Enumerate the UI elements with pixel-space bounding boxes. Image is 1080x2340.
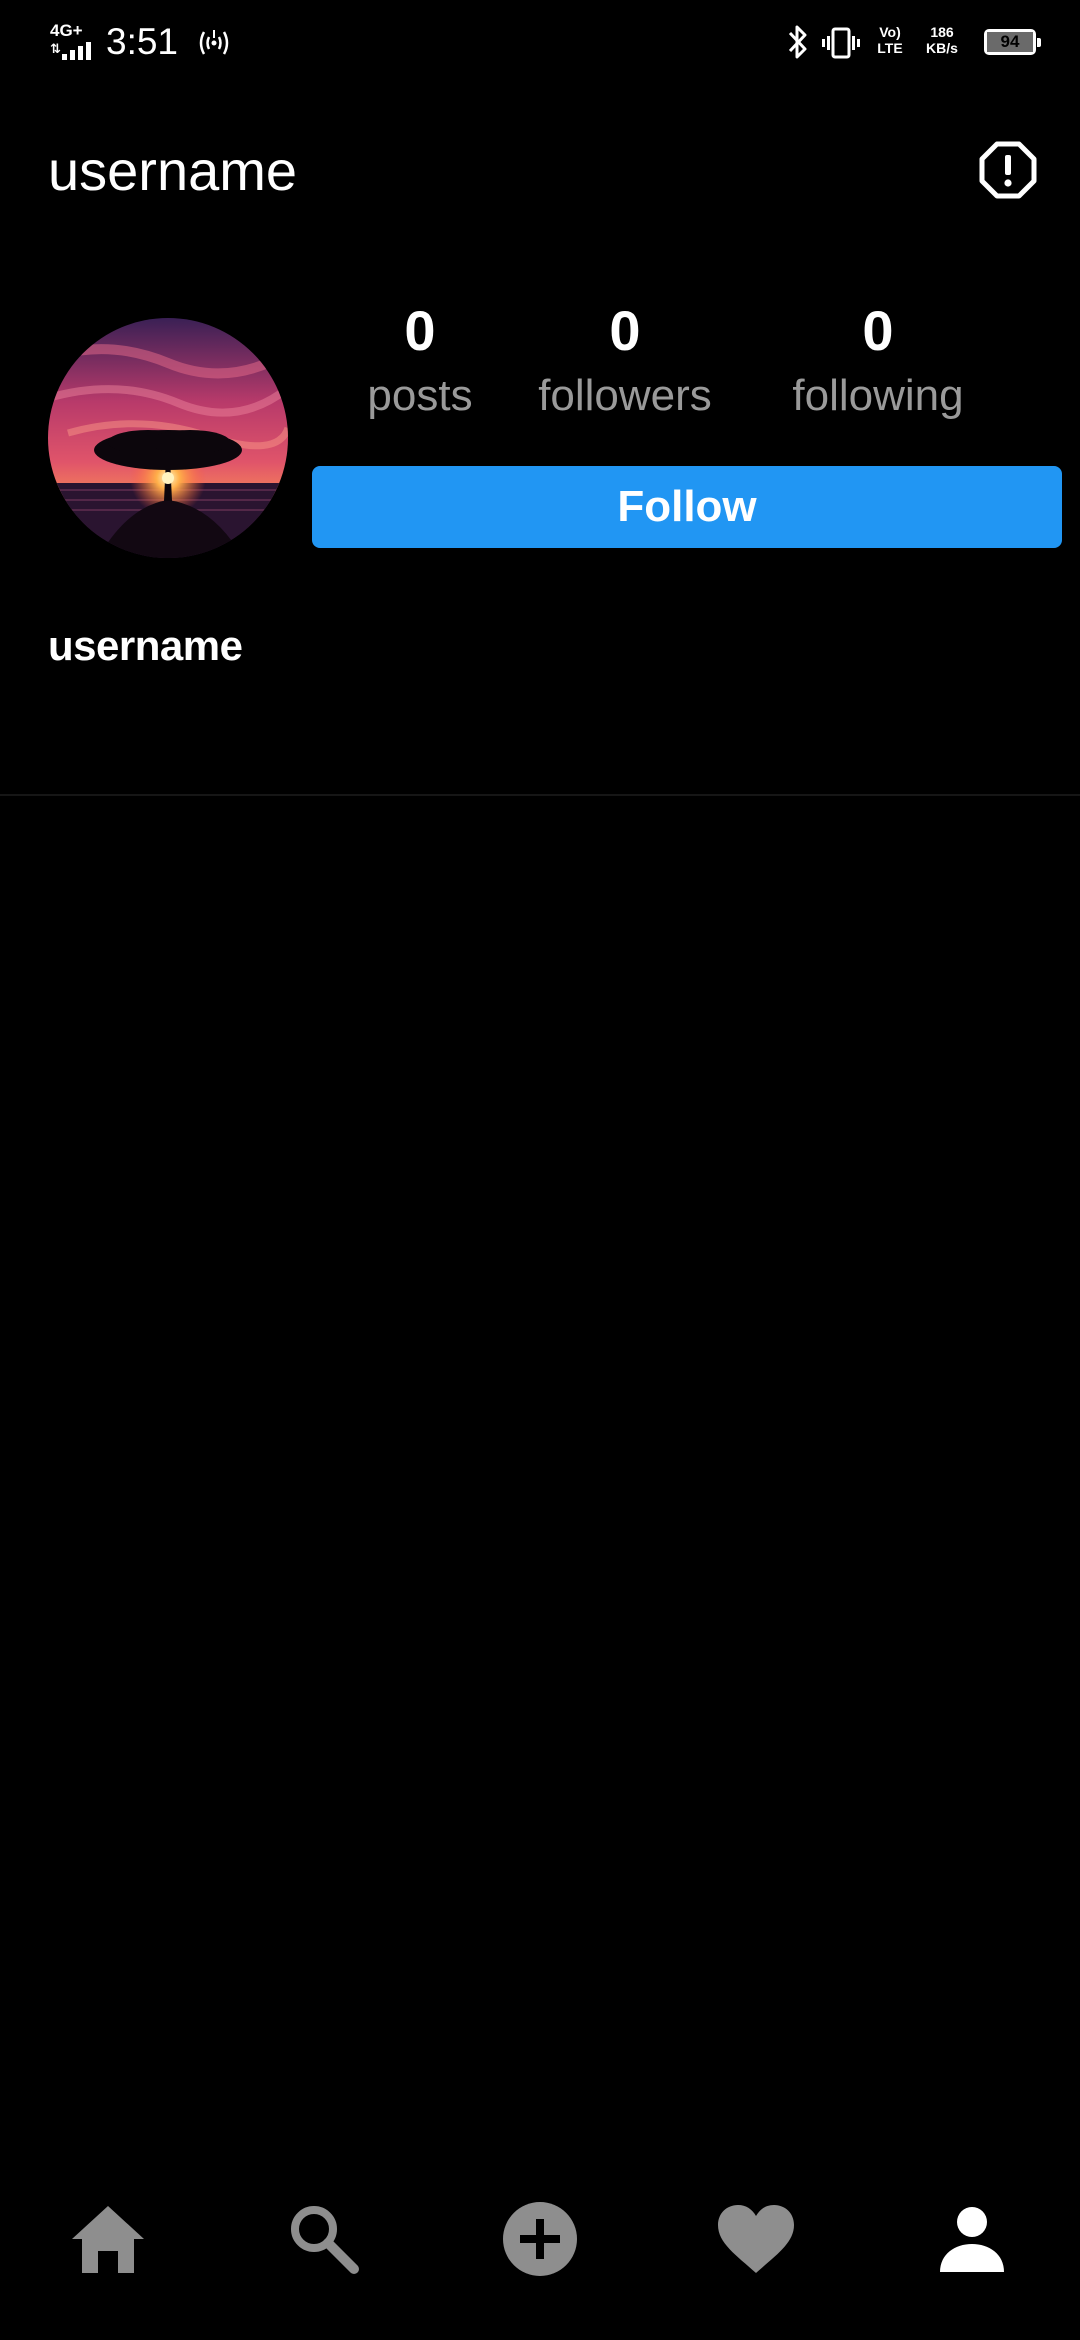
followers-count: 0 [609, 299, 641, 362]
nav-search[interactable] [274, 2184, 374, 2294]
search-icon [291, 2206, 359, 2274]
nav-home[interactable] [58, 2184, 158, 2294]
posts-stat[interactable]: 0 posts [340, 296, 500, 426]
add-post-icon [503, 2202, 577, 2276]
following-stat[interactable]: 0 following [768, 296, 988, 426]
signal-bars-icon [62, 42, 91, 60]
heart-icon [718, 2205, 794, 2273]
vibrate-icon [822, 27, 860, 59]
battery-level: 94 [987, 32, 1033, 52]
home-icon [72, 2206, 144, 2273]
followers-label: followers [538, 371, 712, 420]
network-type-label: 4G+ [50, 21, 83, 40]
avatar-image [48, 318, 288, 558]
report-octagon-icon [979, 141, 1037, 199]
posts-count: 0 [404, 299, 436, 362]
following-label: following [792, 371, 964, 420]
profile-display-name: username [48, 622, 243, 669]
volte-line-1: Vo) [879, 24, 901, 40]
content-divider [0, 794, 1080, 796]
status-time: 3:51 [106, 21, 179, 62]
followers-stat[interactable]: 0 followers [520, 296, 730, 426]
follow-button[interactable]: Follow [312, 466, 1062, 548]
volte-line-2: LTE [877, 40, 903, 56]
page-title: username [48, 139, 298, 202]
status-bar: 4G+ ⇅ 3:51 Vo) LTE 186 KB/s 94 [0, 0, 1080, 84]
profile-stats: 0 posts 0 followers 0 following [312, 296, 1072, 436]
volte-indicator: Vo) LTE [872, 24, 908, 56]
network-speed-unit: KB/s [926, 40, 958, 56]
hotspot-icon [199, 30, 229, 55]
following-count: 0 [862, 299, 894, 362]
bottom-nav [0, 2184, 1080, 2294]
network-speed-value: 186 [930, 24, 954, 40]
avatar[interactable] [48, 318, 288, 558]
network-indicator: 4G+ ⇅ [48, 22, 100, 60]
nav-add-post[interactable] [490, 2184, 590, 2294]
battery-icon: 94 [984, 29, 1041, 55]
nav-profile[interactable] [922, 2184, 1022, 2294]
profile-icon [940, 2207, 1004, 2272]
report-button[interactable] [976, 138, 1040, 202]
nav-activity[interactable] [706, 2184, 806, 2294]
network-speed: 186 KB/s [920, 24, 964, 56]
posts-label: posts [367, 371, 473, 420]
bluetooth-icon [788, 25, 807, 59]
data-arrows-icon: ⇅ [50, 41, 61, 56]
